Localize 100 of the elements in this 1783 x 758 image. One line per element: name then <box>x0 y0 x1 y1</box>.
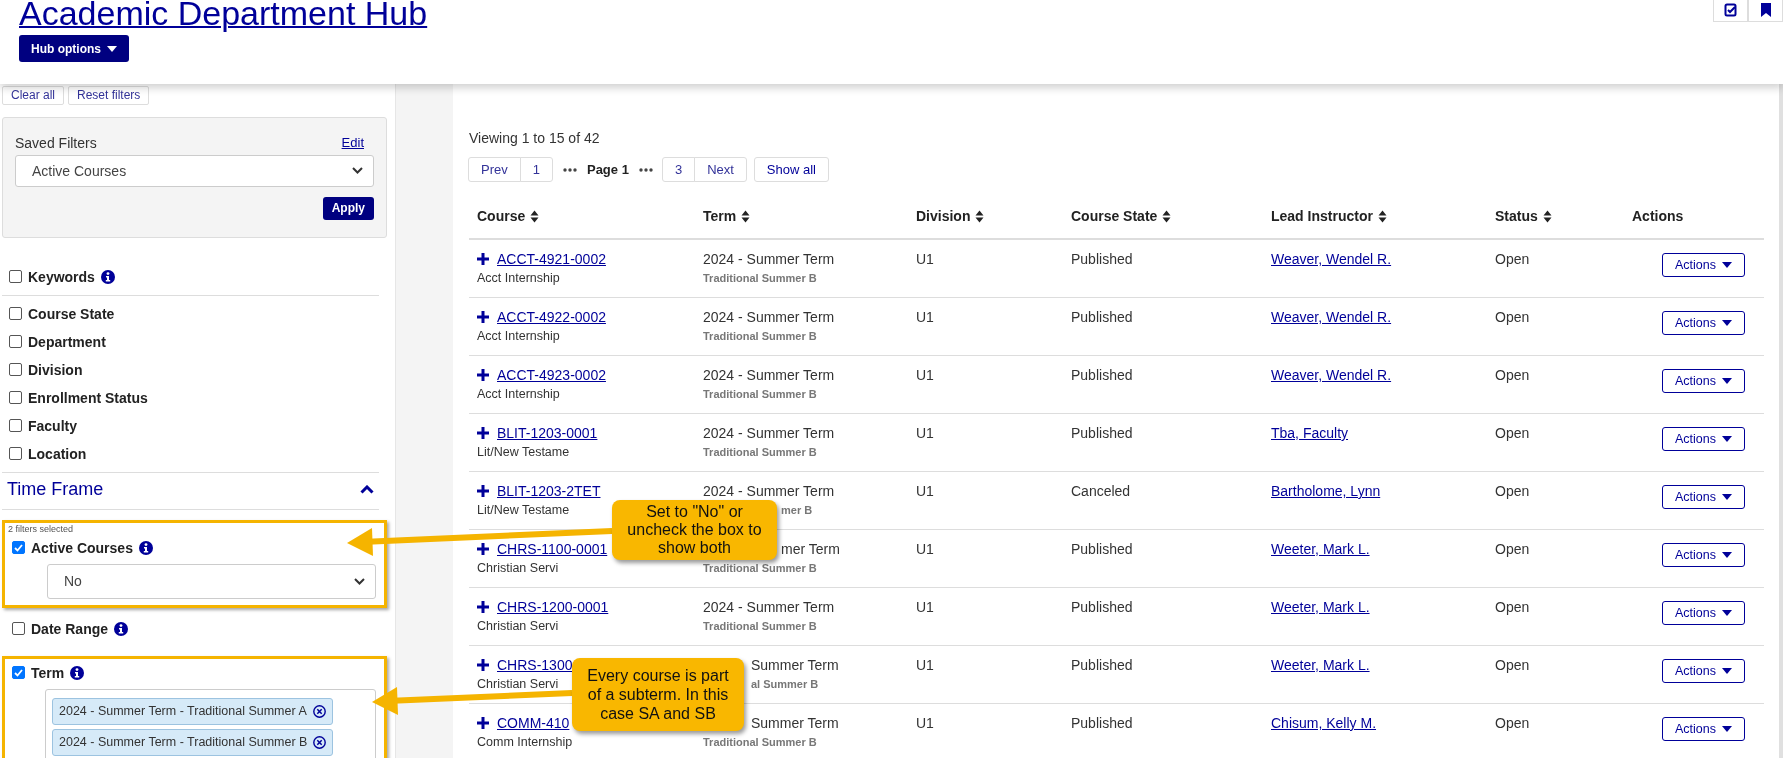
course-link[interactable]: ACCT-4921-0002 <box>497 251 606 267</box>
remove-icon[interactable] <box>312 704 326 718</box>
page-button[interactable]: Prev <box>468 157 521 182</box>
info-icon[interactable] <box>100 269 115 284</box>
hub-options-button[interactable]: Hub options <box>19 35 129 62</box>
actions-button[interactable]: Actions <box>1662 427 1745 451</box>
sort-icon[interactable] <box>530 209 540 223</box>
sort-icon[interactable] <box>1162 209 1172 223</box>
subterm-text: Traditional Summer B <box>703 446 817 458</box>
instructor-link[interactable]: Weaver, Wendel R. <box>1271 251 1392 267</box>
page-button[interactable]: Next <box>694 157 747 182</box>
page-title[interactable]: Academic Department Hub <box>19 0 428 30</box>
checkbox[interactable] <box>9 419 22 432</box>
course-link[interactable]: CHRS-1100-0001 <box>497 541 608 557</box>
checkbox[interactable] <box>12 541 25 554</box>
filter-label: Department <box>28 333 106 350</box>
info-icon[interactable] <box>70 665 85 680</box>
course-link[interactable]: CHRS-1300 <box>497 657 573 673</box>
sort-icon[interactable] <box>741 209 751 223</box>
plus-icon[interactable] <box>477 311 489 323</box>
course-link[interactable]: ACCT-4923-0002 <box>497 367 606 383</box>
tag[interactable]: 2024 - Summer Term - Traditional Summer B <box>52 728 334 756</box>
course-title: Christian Servi <box>477 561 559 575</box>
plus-icon[interactable] <box>477 253 489 265</box>
actions-button[interactable]: Actions <box>1662 311 1745 335</box>
actions-button[interactable]: Actions <box>1662 601 1745 625</box>
instructor-link[interactable]: Weeter, Mark L. <box>1271 541 1370 557</box>
instructor-link[interactable]: Weeter, Mark L. <box>1271 657 1370 673</box>
instructor-link[interactable]: Weeter, Mark L. <box>1271 599 1370 615</box>
checkbox[interactable] <box>9 447 22 460</box>
page-button[interactable]: 1 <box>519 157 553 182</box>
checkbox[interactable] <box>9 270 22 283</box>
course-link[interactable]: COMM-410 <box>497 715 570 731</box>
saved-filters-label: Saved Filters <box>15 134 97 151</box>
dropdown[interactable]: No <box>47 563 376 599</box>
column-header[interactable]: Term <box>703 208 737 224</box>
clear-all-button[interactable]: Clear all <box>2 85 64 105</box>
subterm-text: Traditional Summer B <box>703 388 817 400</box>
sort-icon[interactable] <box>975 209 985 223</box>
apply-button[interactable]: Apply <box>322 196 374 220</box>
checkbox[interactable] <box>9 335 22 348</box>
saved-filter-dropdown[interactable]: Active Courses <box>15 154 374 187</box>
course-link[interactable]: BLIT-1203-0001 <box>497 425 598 441</box>
tag[interactable]: 2024 - Summer Term - Traditional Summer A <box>52 697 333 725</box>
column-header[interactable]: Status <box>1495 208 1538 224</box>
bookmark-button[interactable] <box>1748 0 1783 22</box>
instructor-link[interactable]: Chisum, Kelly M. <box>1271 715 1377 731</box>
results-count: Viewing 1 to 15 of 42 <box>469 130 601 146</box>
checkbox[interactable] <box>12 622 25 635</box>
clipboard-button[interactable] <box>1713 0 1748 22</box>
course-link[interactable]: BLIT-1203-2TET <box>497 483 601 499</box>
actions-button[interactable]: Actions <box>1662 659 1745 683</box>
actions-button[interactable]: Actions <box>1662 253 1745 277</box>
checkbox[interactable] <box>12 666 25 679</box>
chevron-up-icon[interactable] <box>360 485 374 494</box>
table-cell: Open <box>1495 541 1530 557</box>
instructor-link[interactable]: Bartholome, Lynn <box>1271 483 1381 499</box>
info-icon[interactable] <box>138 540 153 555</box>
instructor-link[interactable]: Weaver, Wendel R. <box>1271 309 1392 325</box>
plus-icon[interactable] <box>477 717 489 729</box>
column-header[interactable]: Division <box>916 208 971 224</box>
reset-filters-button[interactable]: Reset filters <box>68 85 150 105</box>
column-header[interactable]: Lead Instructor <box>1271 208 1373 224</box>
plus-icon[interactable] <box>477 427 489 439</box>
column-header[interactable]: Course State <box>1071 208 1158 224</box>
checkbox[interactable] <box>9 391 22 404</box>
page-button[interactable]: 3 <box>661 157 696 182</box>
actions-button[interactable]: Actions <box>1662 369 1745 393</box>
plus-icon[interactable] <box>477 485 489 497</box>
sort-icon[interactable] <box>1542 209 1552 223</box>
ellipsis-icon <box>562 167 577 172</box>
actions-button[interactable]: Actions <box>1662 717 1745 741</box>
section-title[interactable]: Time Frame <box>7 479 104 500</box>
remove-icon[interactable] <box>313 735 327 749</box>
actions-button[interactable]: Actions <box>1662 485 1745 509</box>
plus-icon[interactable] <box>477 659 489 671</box>
column-header[interactable]: Course <box>477 208 526 224</box>
filter-label: Active Courses <box>31 539 133 556</box>
checkbox[interactable] <box>9 363 22 376</box>
filter-label: Division <box>28 361 83 378</box>
show-all-button[interactable]: Show all <box>753 157 829 182</box>
actions-button[interactable]: Actions <box>1662 543 1745 567</box>
subterm-text: Traditional Summer B <box>703 330 817 342</box>
instructor-link[interactable]: Weaver, Wendel R. <box>1271 367 1392 383</box>
instructor-link[interactable]: Tba, Faculty <box>1271 425 1349 441</box>
plus-icon[interactable] <box>477 601 489 613</box>
course-title: Lit/New Testame <box>477 503 570 517</box>
edit-link[interactable]: Edit <box>341 135 364 150</box>
info-icon[interactable] <box>114 621 129 636</box>
course-link[interactable]: ACCT-4922-0002 <box>497 309 606 325</box>
table-cell: Open <box>1495 599 1530 615</box>
course-title: Lit/New Testame <box>477 445 570 459</box>
checkbox[interactable] <box>9 307 22 320</box>
course-link[interactable]: CHRS-1200-0001 <box>497 599 609 615</box>
tag-field[interactable]: 2024 - Summer Term - Traditional Summer A 2024 - Summer Term - Traditional Summer B <box>45 688 376 758</box>
plus-icon[interactable] <box>477 543 489 555</box>
sort-icon[interactable] <box>1377 209 1387 223</box>
term-text: 2024 - Summer Term <box>703 309 835 325</box>
bookmark-icon <box>1759 3 1772 17</box>
plus-icon[interactable] <box>477 369 489 381</box>
